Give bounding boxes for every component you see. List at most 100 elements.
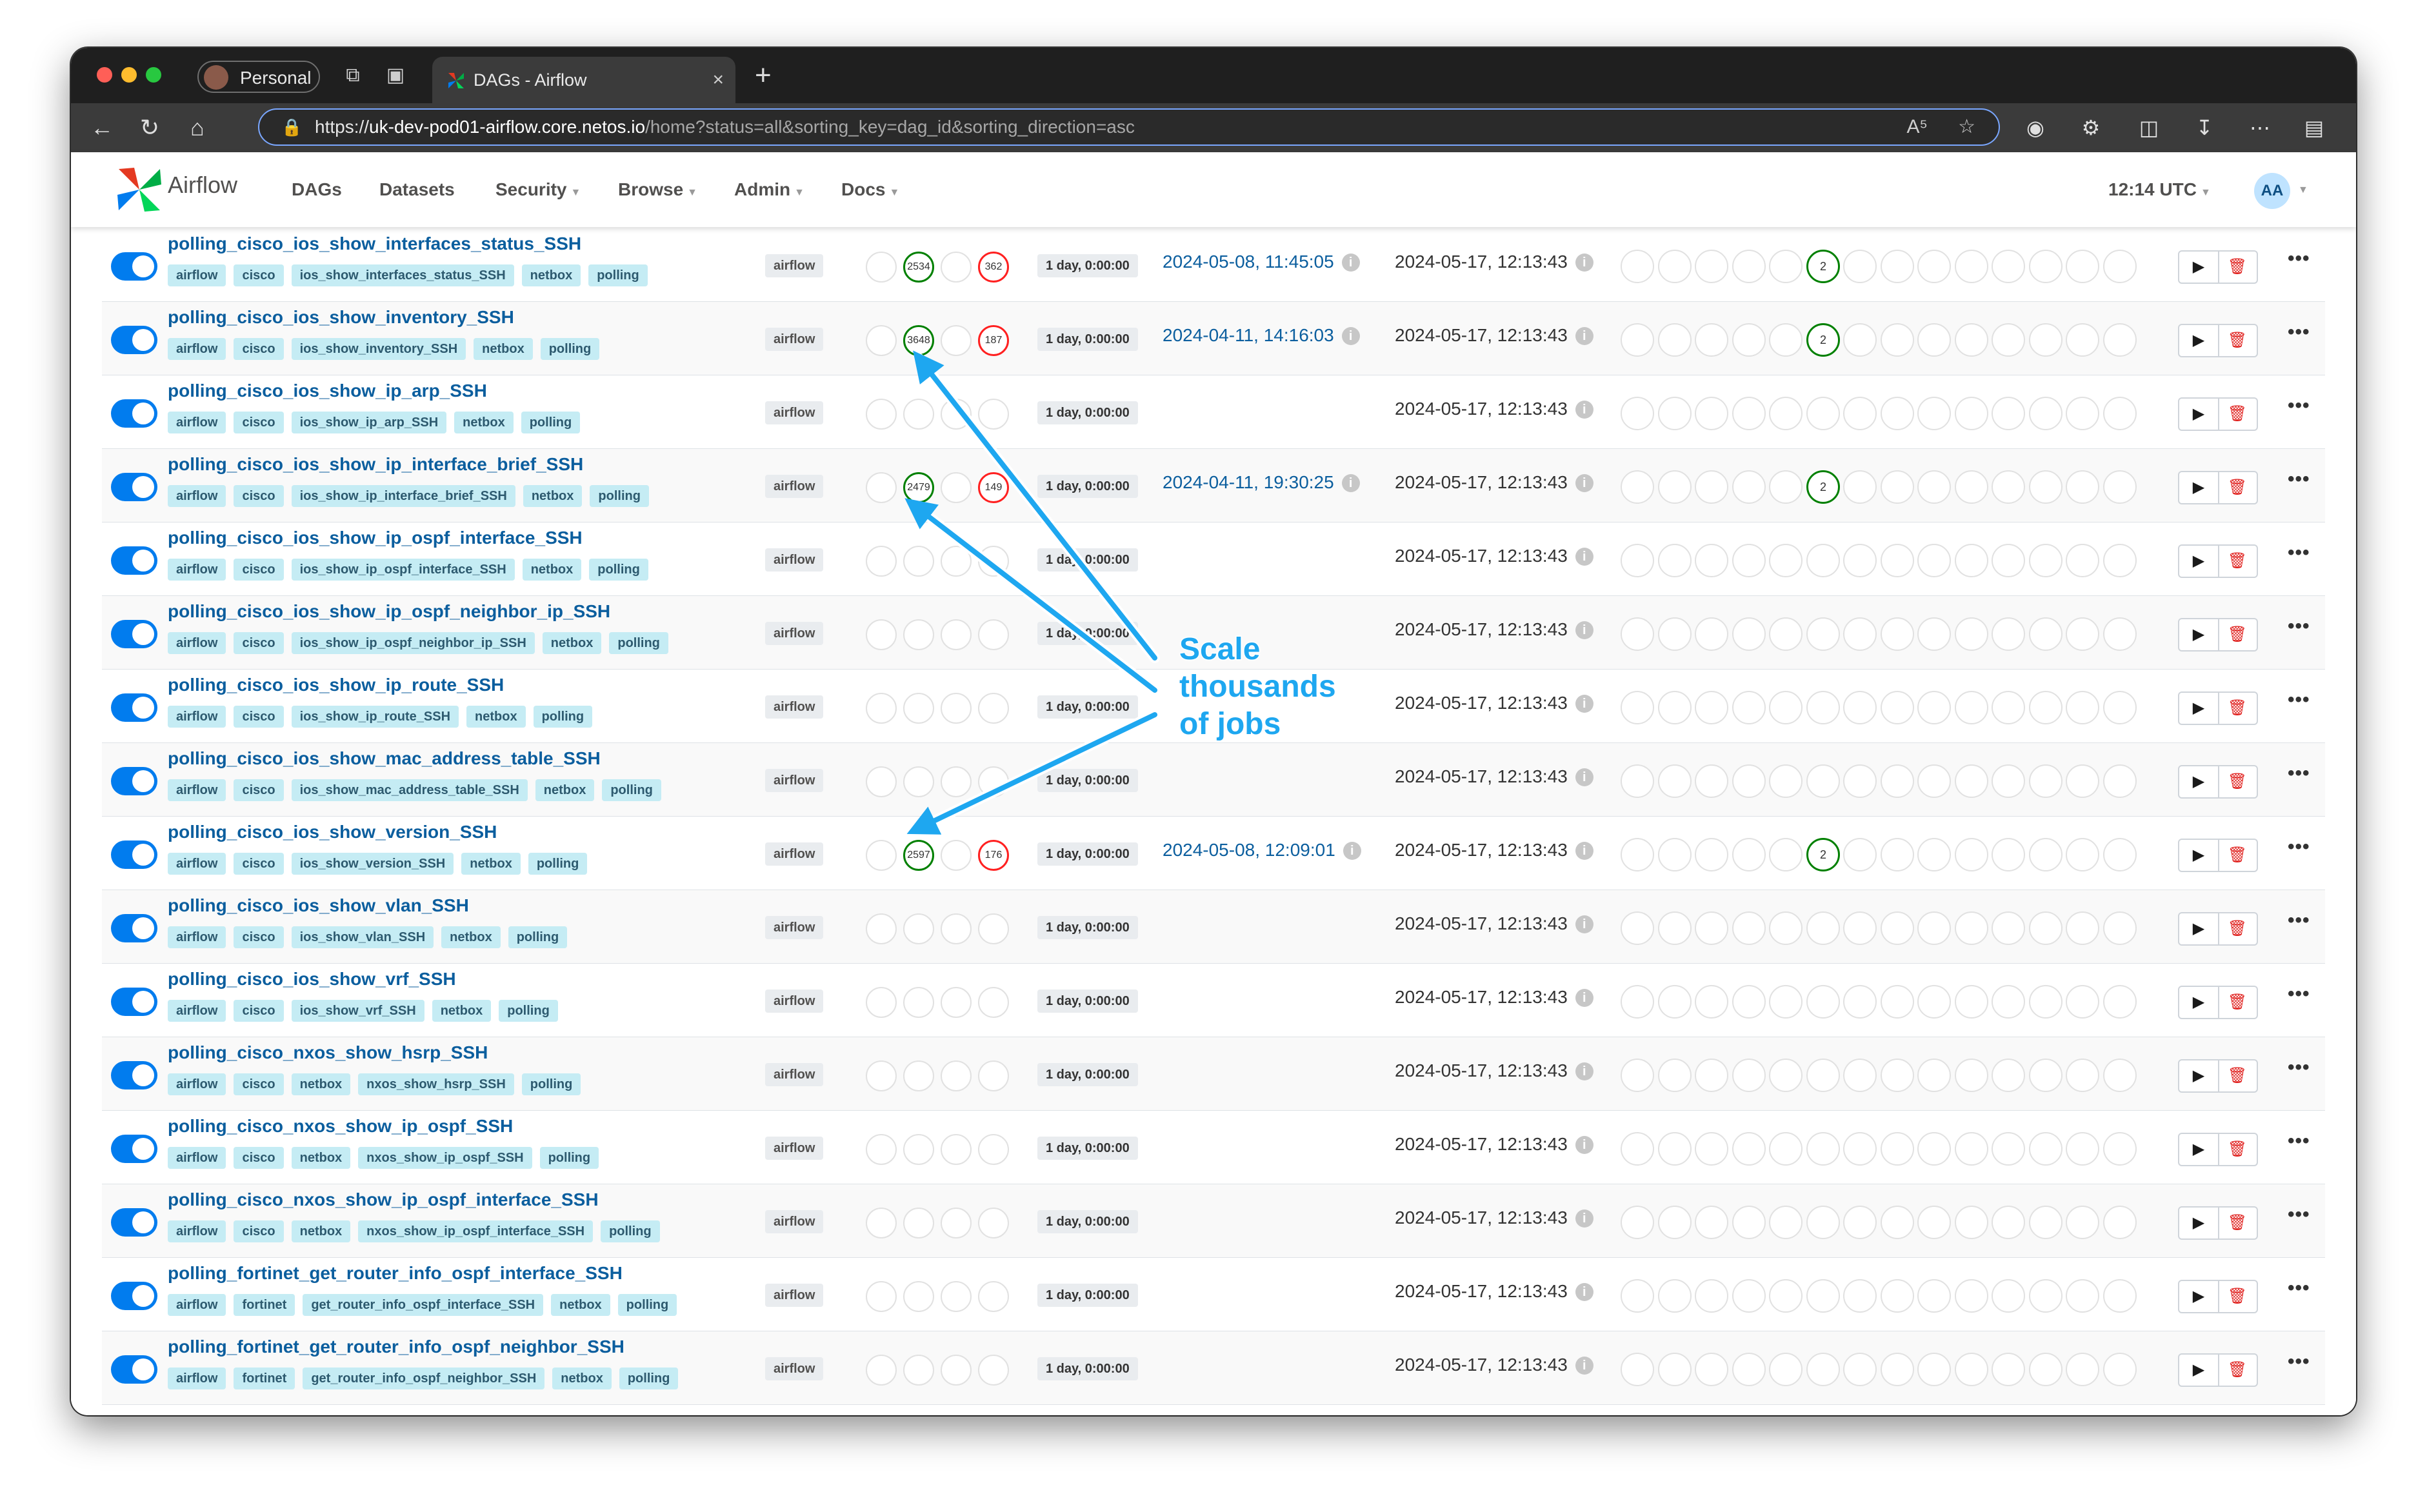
more-tools-icon[interactable]: ⋯ xyxy=(2244,111,2276,144)
task-state-circle[interactable] xyxy=(2103,470,2137,504)
task-state-circle[interactable] xyxy=(1806,1206,1840,1239)
dag-tag[interactable]: ios_show_vrf_SSH xyxy=(291,1000,424,1022)
dag-tag[interactable]: ios_show_version_SSH xyxy=(291,853,454,875)
task-state-circle[interactable] xyxy=(1621,764,1654,798)
dag-tag[interactable]: netbox xyxy=(291,1220,351,1242)
delete-dag-icon[interactable]: 🗑 xyxy=(2218,987,2257,1018)
more-options-icon[interactable]: ••• xyxy=(2288,689,2310,711)
task-state-circle[interactable] xyxy=(1732,691,1766,724)
info-icon[interactable]: i xyxy=(1575,401,1593,419)
dag-id-link[interactable]: polling_cisco_ios_show_inventory_SSH xyxy=(168,307,514,328)
task-state-circle[interactable] xyxy=(2066,1279,2099,1313)
task-state-circle[interactable] xyxy=(1843,470,1877,504)
run-state-circle[interactable] xyxy=(903,1060,934,1091)
task-state-circle[interactable] xyxy=(1658,1206,1692,1239)
delete-dag-icon[interactable]: 🗑 xyxy=(2218,693,2257,724)
run-state-circle[interactable] xyxy=(866,472,897,503)
run-state-circle[interactable] xyxy=(941,1134,972,1165)
run-state-circle[interactable] xyxy=(941,840,972,871)
run-state-circle[interactable] xyxy=(978,399,1009,430)
task-state-circle[interactable] xyxy=(2029,691,2062,724)
favorite-star-icon[interactable]: ☆ xyxy=(1958,110,1975,144)
delete-dag-icon[interactable]: 🗑 xyxy=(2218,619,2257,650)
task-state-circle[interactable] xyxy=(2103,691,2137,724)
info-icon[interactable]: i xyxy=(1575,1283,1593,1301)
task-state-circle[interactable] xyxy=(1955,1279,1988,1313)
delete-dag-icon[interactable]: 🗑 xyxy=(2218,1134,2257,1165)
last-run[interactable]: 2024-04-11, 14:16:03 i xyxy=(1163,325,1360,346)
task-state-circle[interactable] xyxy=(1806,397,1840,430)
chevron-down-icon[interactable]: ▼ xyxy=(2298,184,2308,196)
task-state-circle[interactable] xyxy=(1732,397,1766,430)
dag-tag[interactable]: airflow xyxy=(168,926,226,948)
run-state-circle[interactable] xyxy=(866,913,897,944)
run-state-circle[interactable] xyxy=(978,619,1009,650)
trigger-dag-icon[interactable]: ▶ xyxy=(2179,766,2219,797)
dag-tag[interactable]: fortinet xyxy=(234,1368,295,1389)
task-state-circle[interactable] xyxy=(2066,1353,2099,1386)
dag-tag[interactable]: airflow xyxy=(168,632,226,654)
airflow-logo-icon[interactable] xyxy=(115,165,164,214)
dag-tag[interactable]: netbox xyxy=(474,338,533,360)
more-options-icon[interactable]: ••• xyxy=(2288,395,2310,417)
task-state-circle[interactable] xyxy=(2029,911,2062,945)
task-state-circle[interactable] xyxy=(1806,544,1840,577)
task-state-circle[interactable] xyxy=(2029,764,2062,798)
task-state-circle[interactable] xyxy=(1732,250,1766,283)
task-state-circle[interactable] xyxy=(1917,691,1951,724)
task-state-circle[interactable] xyxy=(1917,544,1951,577)
dag-pause-toggle[interactable] xyxy=(111,252,157,281)
dag-tag[interactable]: polling xyxy=(540,338,600,360)
task-state-circle[interactable] xyxy=(1658,911,1692,945)
task-state-circle[interactable] xyxy=(2103,250,2137,283)
task-state-circle[interactable] xyxy=(2029,1132,2062,1166)
task-state-circle[interactable] xyxy=(1695,691,1728,724)
run-state-circle[interactable]: 187 xyxy=(978,325,1009,356)
task-state-circle[interactable] xyxy=(1732,1132,1766,1166)
task-state-circle[interactable] xyxy=(1621,544,1654,577)
dag-tag[interactable]: netbox xyxy=(523,485,583,507)
dag-tag[interactable]: fortinet xyxy=(234,1294,295,1316)
delete-dag-icon[interactable]: 🗑 xyxy=(2218,472,2257,503)
task-state-circle[interactable] xyxy=(1658,1059,1692,1092)
dag-pause-toggle[interactable] xyxy=(111,914,157,942)
run-state-circle[interactable] xyxy=(941,1060,972,1091)
task-state-circle[interactable] xyxy=(1992,1132,2025,1166)
task-state-circle[interactable] xyxy=(2066,985,2099,1019)
delete-dag-icon[interactable]: 🗑 xyxy=(2218,913,2257,944)
delete-dag-icon[interactable]: 🗑 xyxy=(2218,1060,2257,1091)
run-state-circle[interactable] xyxy=(941,913,972,944)
task-state-circle[interactable] xyxy=(1843,617,1877,651)
task-state-circle[interactable] xyxy=(1843,985,1877,1019)
task-state-circle[interactable] xyxy=(1621,1059,1654,1092)
dag-tag[interactable]: cisco xyxy=(234,338,284,360)
info-icon[interactable]: i xyxy=(1575,989,1593,1007)
task-state-circle[interactable] xyxy=(1695,764,1728,798)
task-state-circle[interactable] xyxy=(1917,1279,1951,1313)
task-state-circle[interactable] xyxy=(1992,985,2025,1019)
dag-tag[interactable]: polling xyxy=(521,1073,581,1095)
task-state-circle[interactable] xyxy=(1695,1132,1728,1166)
task-state-circle[interactable] xyxy=(1992,911,2025,945)
task-state-circle[interactable] xyxy=(1917,617,1951,651)
trigger-dag-icon[interactable]: ▶ xyxy=(2179,1134,2219,1165)
delete-dag-icon[interactable]: 🗑 xyxy=(2218,1208,2257,1238)
dag-tag[interactable]: airflow xyxy=(168,485,226,507)
trigger-dag-icon[interactable]: ▶ xyxy=(2179,325,2219,356)
task-state-circle[interactable] xyxy=(1658,323,1692,357)
task-state-circle[interactable] xyxy=(1955,838,1988,871)
more-options-icon[interactable]: ••• xyxy=(2288,1057,2310,1079)
task-state-circle[interactable] xyxy=(1658,838,1692,871)
owner-badge[interactable]: airflow xyxy=(765,769,824,792)
dag-tag[interactable]: cisco xyxy=(234,926,284,948)
trigger-dag-icon[interactable]: ▶ xyxy=(2179,1208,2219,1238)
run-state-circle[interactable] xyxy=(866,693,897,724)
task-state-circle[interactable] xyxy=(1881,911,1914,945)
run-state-circle[interactable] xyxy=(978,987,1009,1018)
task-state-circle[interactable] xyxy=(2103,544,2137,577)
task-state-circle[interactable] xyxy=(1769,1353,1803,1386)
dag-tag[interactable]: nxos_show_ip_ospf_interface_SSH xyxy=(358,1220,594,1242)
reload-icon[interactable]: ↻ xyxy=(133,111,166,144)
dag-id-link[interactable]: polling_fortinet_get_router_info_ospf_ne… xyxy=(168,1337,624,1357)
trigger-dag-icon[interactable]: ▶ xyxy=(2179,1281,2219,1312)
